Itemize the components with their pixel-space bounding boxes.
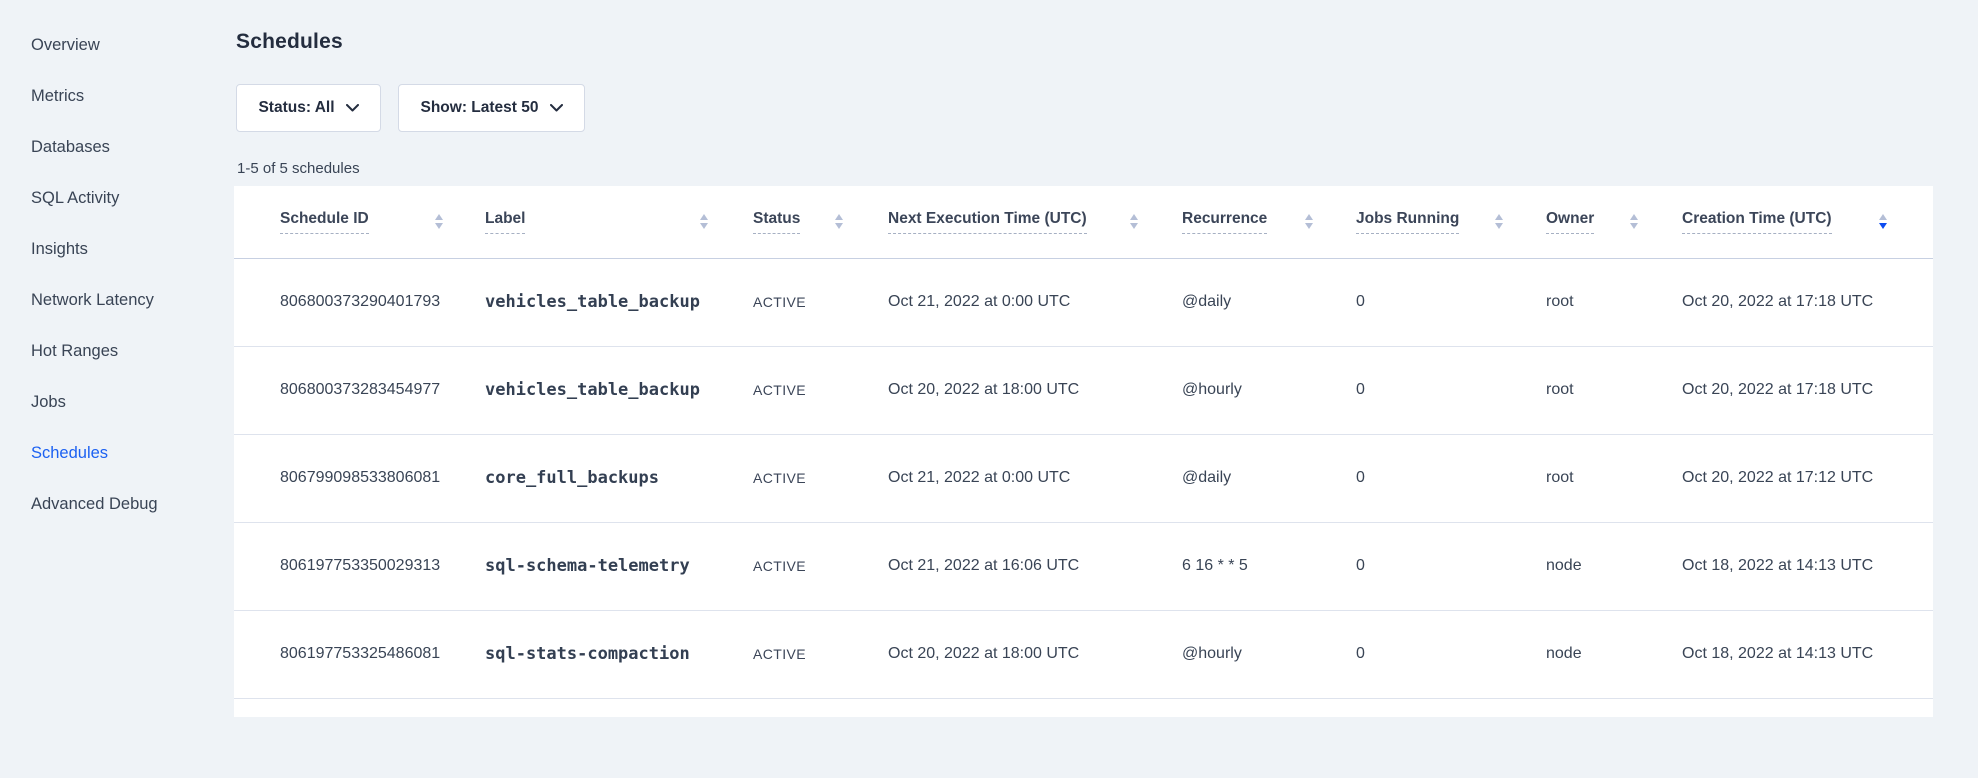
sort-arrows-icon[interactable] — [835, 214, 843, 229]
cell-owner: root — [1525, 258, 1660, 346]
column-label: Recurrence — [1182, 210, 1267, 234]
chevron-down-icon — [346, 104, 359, 112]
cell-next-execution: Oct 21, 2022 at 0:00 UTC — [865, 434, 1160, 522]
cell-next-execution: Oct 21, 2022 at 0:00 UTC — [865, 258, 1160, 346]
cell-next-execution: Oct 20, 2022 at 18:00 UTC — [865, 610, 1160, 698]
cell-status: ACTIVE — [730, 346, 865, 434]
table-row[interactable]: 806800373290401793 vehicles_table_backup… — [234, 258, 1933, 346]
filter-bar: Status: All Show: Latest 50 — [236, 84, 585, 132]
cell-recurrence: @daily — [1160, 434, 1335, 522]
cell-jobs-running: 0 — [1335, 346, 1525, 434]
cell-jobs-running: 0 — [1335, 434, 1525, 522]
show-filter-dropdown[interactable]: Show: Latest 50 — [398, 84, 585, 132]
sidebar: Overview Metrics Databases SQL Activity … — [0, 20, 236, 530]
cell-recurrence: @daily — [1160, 258, 1335, 346]
status-filter-dropdown[interactable]: Status: All — [236, 84, 381, 132]
sidebar-item-sql-activity[interactable]: SQL Activity — [0, 173, 236, 224]
cell-owner: root — [1525, 346, 1660, 434]
cell-label: vehicles_table_backup — [465, 258, 730, 346]
cell-owner: node — [1525, 522, 1660, 610]
sidebar-item-databases[interactable]: Databases — [0, 122, 236, 173]
column-header-schedule-id[interactable]: Schedule ID — [234, 186, 465, 258]
sort-arrows-icon[interactable] — [435, 214, 443, 229]
cell-schedule-id: 806197753325486081 — [234, 610, 465, 698]
cell-jobs-running: 0 — [1335, 522, 1525, 610]
column-header-next-execution-time[interactable]: Next Execution Time (UTC) — [865, 186, 1160, 258]
cell-owner: node — [1525, 610, 1660, 698]
cell-status: ACTIVE — [730, 522, 865, 610]
cell-label: vehicles_table_backup — [465, 346, 730, 434]
cell-creation-time: Oct 20, 2022 at 17:12 UTC — [1660, 434, 1933, 522]
cell-label: core_full_backups — [465, 434, 730, 522]
cell-schedule-id: 806197753350029313 — [234, 522, 465, 610]
column-label: Schedule ID — [280, 210, 369, 234]
cell-status: ACTIVE — [730, 610, 865, 698]
show-filter-label: Show: Latest 50 — [421, 99, 539, 117]
cell-owner: root — [1525, 434, 1660, 522]
cell-creation-time: Oct 20, 2022 at 17:18 UTC — [1660, 258, 1933, 346]
table-row[interactable]: 806800373283454977 vehicles_table_backup… — [234, 346, 1933, 434]
cell-jobs-running: 0 — [1335, 610, 1525, 698]
column-label: Owner — [1546, 210, 1594, 234]
table-row[interactable]: 806197753325486081 sql-stats-compaction … — [234, 610, 1933, 698]
cell-status: ACTIVE — [730, 258, 865, 346]
sidebar-item-schedules[interactable]: Schedules — [0, 428, 236, 479]
sort-arrows-icon[interactable] — [1495, 214, 1503, 229]
column-header-jobs-running[interactable]: Jobs Running — [1335, 186, 1525, 258]
cell-schedule-id: 806800373290401793 — [234, 258, 465, 346]
column-header-owner[interactable]: Owner — [1525, 186, 1660, 258]
sidebar-item-insights[interactable]: Insights — [0, 224, 236, 275]
column-header-status[interactable]: Status — [730, 186, 865, 258]
cell-creation-time: Oct 20, 2022 at 17:18 UTC — [1660, 346, 1933, 434]
sidebar-item-jobs[interactable]: Jobs — [0, 377, 236, 428]
cell-status: ACTIVE — [730, 434, 865, 522]
cell-label: sql-stats-compaction — [465, 610, 730, 698]
schedules-table: Schedule ID Label Status Next Execution … — [234, 186, 1933, 699]
column-label: Status — [753, 210, 800, 234]
column-label: Creation Time (UTC) — [1682, 210, 1832, 234]
sort-arrows-icon[interactable] — [1305, 214, 1313, 229]
cell-jobs-running: 0 — [1335, 258, 1525, 346]
sort-arrows-icon[interactable] — [1630, 214, 1638, 229]
sort-arrows-icon[interactable] — [1130, 214, 1138, 229]
table-header-row: Schedule ID Label Status Next Execution … — [234, 186, 1933, 258]
sidebar-item-overview[interactable]: Overview — [0, 20, 236, 71]
cell-label: sql-schema-telemetry — [465, 522, 730, 610]
column-label: Next Execution Time (UTC) — [888, 210, 1087, 234]
page-title: Schedules — [236, 30, 343, 54]
sort-arrows-icon[interactable] — [1879, 214, 1887, 229]
cell-next-execution: Oct 21, 2022 at 16:06 UTC — [865, 522, 1160, 610]
sort-arrows-icon[interactable] — [700, 214, 708, 229]
column-header-recurrence[interactable]: Recurrence — [1160, 186, 1335, 258]
schedules-table-card: Schedule ID Label Status Next Execution … — [234, 186, 1933, 717]
cell-creation-time: Oct 18, 2022 at 14:13 UTC — [1660, 522, 1933, 610]
cell-schedule-id: 806800373283454977 — [234, 346, 465, 434]
cell-recurrence: 6 16 * * 5 — [1160, 522, 1335, 610]
cell-creation-time: Oct 18, 2022 at 14:13 UTC — [1660, 610, 1933, 698]
column-label: Label — [485, 210, 525, 234]
cell-schedule-id: 806799098533806081 — [234, 434, 465, 522]
sidebar-item-metrics[interactable]: Metrics — [0, 71, 236, 122]
table-row[interactable]: 806799098533806081 core_full_backups ACT… — [234, 434, 1933, 522]
sidebar-item-advanced-debug[interactable]: Advanced Debug — [0, 479, 236, 530]
cell-next-execution: Oct 20, 2022 at 18:00 UTC — [865, 346, 1160, 434]
column-header-creation-time[interactable]: Creation Time (UTC) — [1660, 186, 1933, 258]
sidebar-item-network-latency[interactable]: Network Latency — [0, 275, 236, 326]
cell-recurrence: @hourly — [1160, 610, 1335, 698]
chevron-down-icon — [550, 104, 563, 112]
sidebar-item-hot-ranges[interactable]: Hot Ranges — [0, 326, 236, 377]
results-count: 1-5 of 5 schedules — [237, 160, 360, 177]
table-row[interactable]: 806197753350029313 sql-schema-telemetry … — [234, 522, 1933, 610]
status-filter-label: Status: All — [258, 99, 334, 117]
cell-recurrence: @hourly — [1160, 346, 1335, 434]
column-label: Jobs Running — [1356, 210, 1459, 234]
column-header-label[interactable]: Label — [465, 186, 730, 258]
